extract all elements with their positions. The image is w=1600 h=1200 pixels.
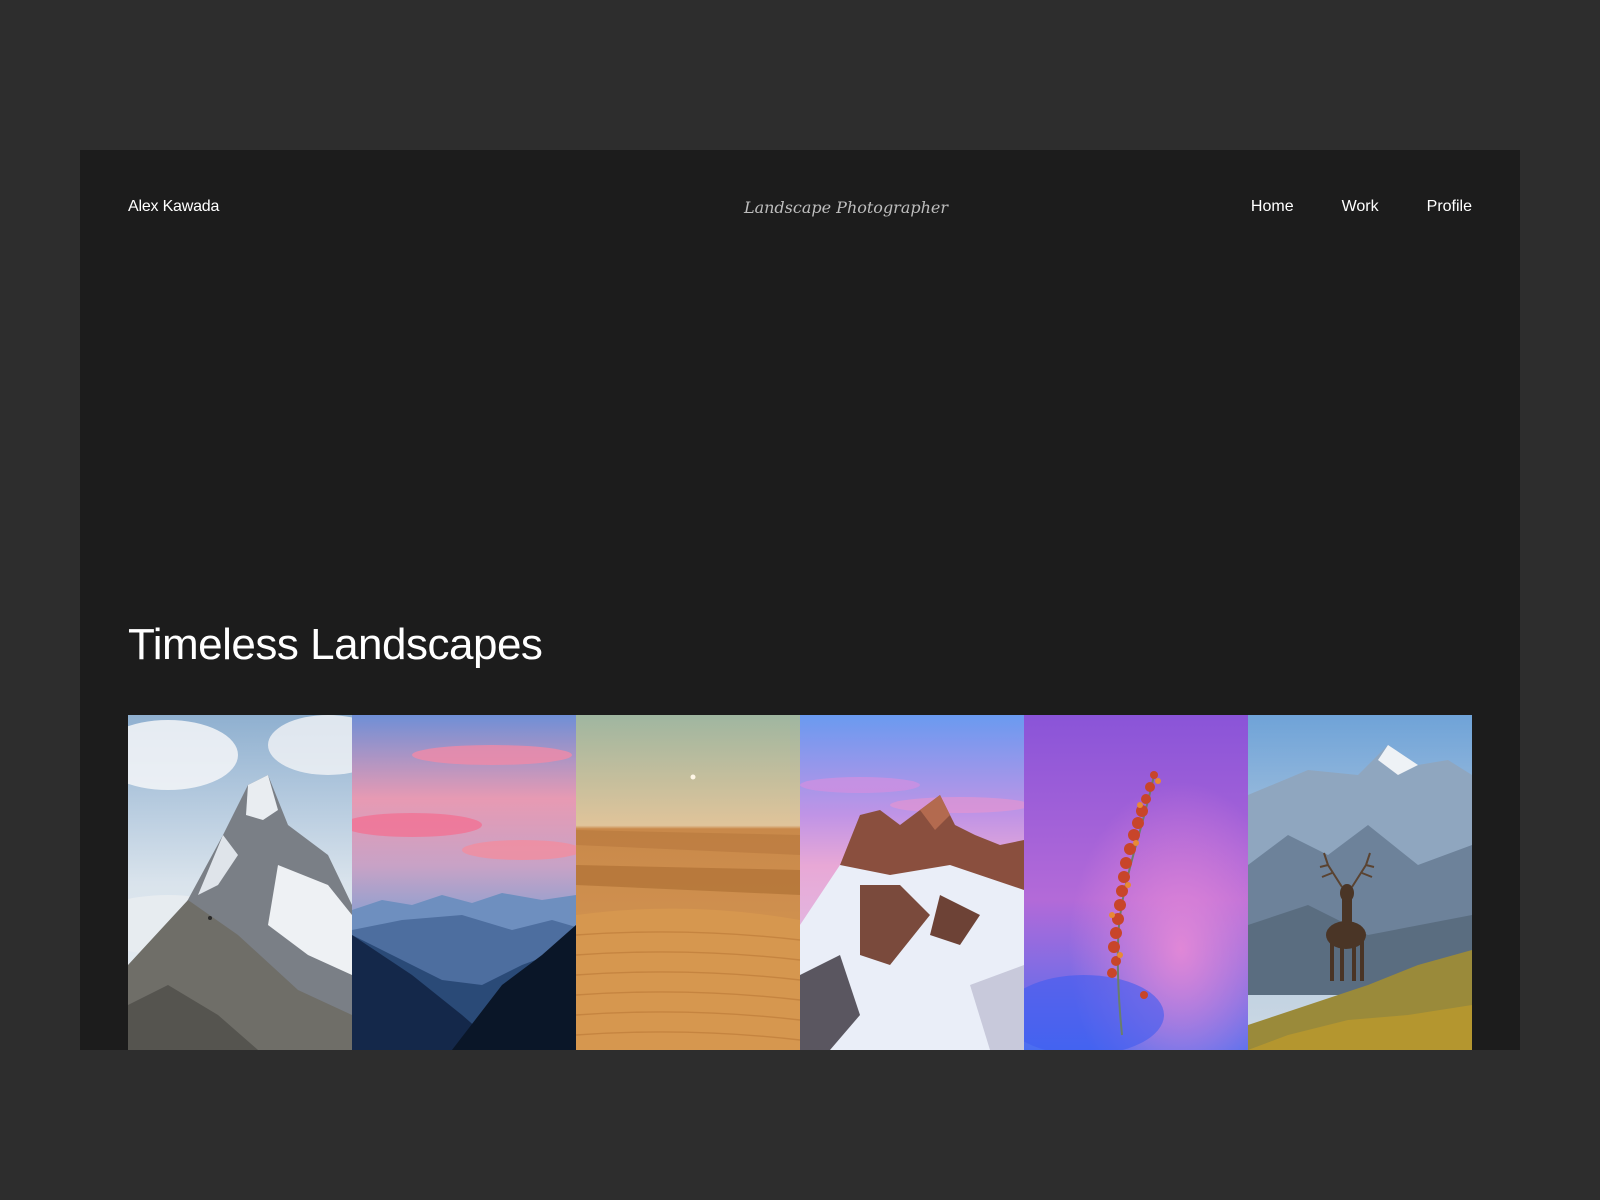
nav-work[interactable]: Work bbox=[1342, 198, 1379, 216]
photo-deer-alpine-meadow[interactable] bbox=[1248, 715, 1472, 1050]
nav-home[interactable]: Home bbox=[1251, 198, 1294, 216]
rocky-peaks-image bbox=[800, 715, 1024, 1050]
main-nav: Home Work Profile bbox=[1251, 198, 1472, 216]
photo-snowy-mountain-peak[interactable] bbox=[128, 715, 352, 1050]
photo-desert-sand-dunes[interactable] bbox=[576, 715, 800, 1050]
site-brand[interactable]: Alex Kawada bbox=[128, 198, 448, 216]
photo-gallery bbox=[128, 715, 1472, 1050]
page-title: Timeless Landscapes bbox=[128, 620, 543, 669]
sunset-mountains-image bbox=[352, 715, 576, 1050]
photo-snowy-rocky-peaks[interactable] bbox=[800, 715, 1024, 1050]
desert-dunes-image bbox=[576, 715, 800, 1050]
nav-profile[interactable]: Profile bbox=[1427, 198, 1472, 216]
page-frame: Alex Kawada Landscape Photographer Home … bbox=[80, 150, 1520, 1050]
snowy-mountain-image bbox=[128, 715, 352, 1050]
deer-meadow-image bbox=[1248, 715, 1472, 1050]
site-header: Alex Kawada Landscape Photographer Home … bbox=[128, 198, 1472, 217]
photo-sunset-mountain-ranges[interactable] bbox=[352, 715, 576, 1050]
flower-stem-image bbox=[1024, 715, 1248, 1050]
photo-flower-stem[interactable] bbox=[1024, 715, 1248, 1050]
